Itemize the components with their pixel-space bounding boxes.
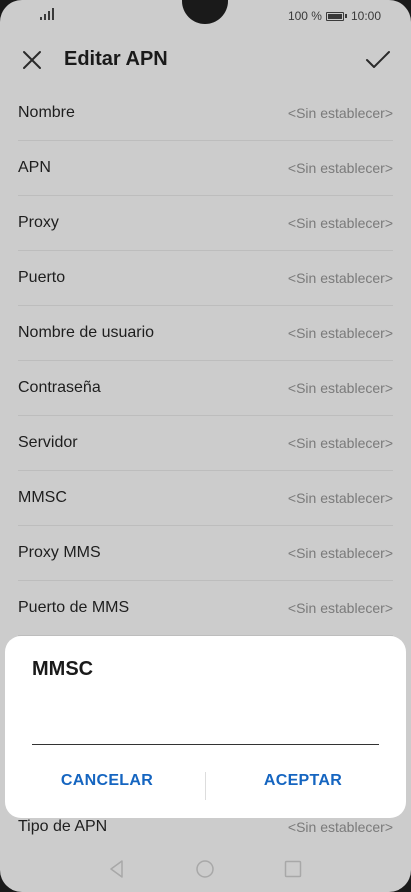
- list-item-value: <Sin establecer>: [287, 270, 393, 286]
- phone-screen: 100 % 10:00 Editar APN Nombre <Sin estab…: [0, 0, 411, 892]
- list-item-label: Puerto de MMS: [18, 599, 130, 616]
- list-item-servidor[interactable]: Servidor <Sin establecer>: [18, 416, 393, 471]
- list-item-label: Nombre: [18, 104, 75, 121]
- camera-notch: [182, 0, 228, 24]
- app-header: Editar APN: [0, 34, 411, 86]
- mmsc-input[interactable]: [32, 714, 379, 745]
- list-item-label: Contraseña: [18, 379, 101, 396]
- status-bar: 100 % 10:00: [0, 0, 411, 32]
- list-item-puerto-mms[interactable]: Puerto de MMS <Sin establecer>: [18, 581, 393, 636]
- list-item-value: <Sin establecer>: [287, 380, 393, 396]
- list-item-value: <Sin establecer>: [287, 819, 393, 835]
- list-item-label: Tipo de APN: [18, 818, 108, 835]
- list-item-mmsc[interactable]: MMSC <Sin establecer>: [18, 471, 393, 526]
- list-item-value: <Sin establecer>: [287, 325, 393, 341]
- list-item-value: <Sin establecer>: [287, 215, 393, 231]
- accept-button[interactable]: ACEPTAR: [213, 772, 393, 802]
- check-icon[interactable]: [365, 48, 391, 72]
- list-item-puerto[interactable]: Puerto <Sin establecer>: [18, 251, 393, 306]
- list-item-value: <Sin establecer>: [287, 545, 393, 561]
- close-icon[interactable]: [20, 48, 44, 72]
- battery-percent: 100 %: [287, 9, 322, 23]
- nav-recent-icon[interactable]: [284, 860, 302, 878]
- list-item-value: <Sin establecer>: [287, 105, 393, 121]
- button-divider: [205, 772, 206, 800]
- battery-icon: [325, 11, 344, 21]
- list-item-contrasena[interactable]: Contraseña <Sin establecer>: [18, 361, 393, 416]
- apn-settings-list: Nombre <Sin establecer> APN <Sin estable…: [0, 86, 411, 636]
- nav-home-icon[interactable]: [196, 860, 214, 878]
- navigation-bar: [0, 852, 411, 888]
- list-item-label: Nombre de usuario: [18, 324, 155, 341]
- list-item-proxy-mms[interactable]: Proxy MMS <Sin establecer>: [18, 526, 393, 581]
- mmsc-dialog: MMSC CANCELAR ACEPTAR: [5, 636, 406, 818]
- nav-back-icon[interactable]: [108, 860, 126, 878]
- list-item-value: <Sin establecer>: [287, 160, 393, 176]
- dialog-title: MMSC: [32, 658, 94, 680]
- list-item-nombre-usuario[interactable]: Nombre de usuario <Sin establecer>: [18, 306, 393, 361]
- list-item-label: Servidor: [18, 434, 78, 451]
- list-item-value: <Sin establecer>: [287, 435, 393, 451]
- list-item-label: APN: [18, 159, 51, 176]
- list-item-label: MMSC: [18, 489, 67, 506]
- list-item-value: <Sin establecer>: [287, 490, 393, 506]
- list-item-label: Puerto: [18, 269, 66, 286]
- list-item-label: Proxy: [18, 214, 59, 231]
- cancel-button[interactable]: CANCELAR: [17, 772, 197, 802]
- clock: 10:00: [350, 9, 381, 23]
- list-item-value: <Sin establecer>: [287, 600, 393, 616]
- page-title: Editar APN: [64, 48, 168, 70]
- signal-icon: [40, 8, 54, 20]
- battery-tip: [344, 14, 347, 18]
- list-item-proxy[interactable]: Proxy <Sin establecer>: [18, 196, 393, 251]
- status-right: 100 % 10:00: [288, 9, 381, 23]
- list-item-label: Proxy MMS: [18, 544, 101, 561]
- list-item-nombre[interactable]: Nombre <Sin establecer>: [18, 86, 393, 141]
- list-item-apn[interactable]: APN <Sin establecer>: [18, 141, 393, 196]
